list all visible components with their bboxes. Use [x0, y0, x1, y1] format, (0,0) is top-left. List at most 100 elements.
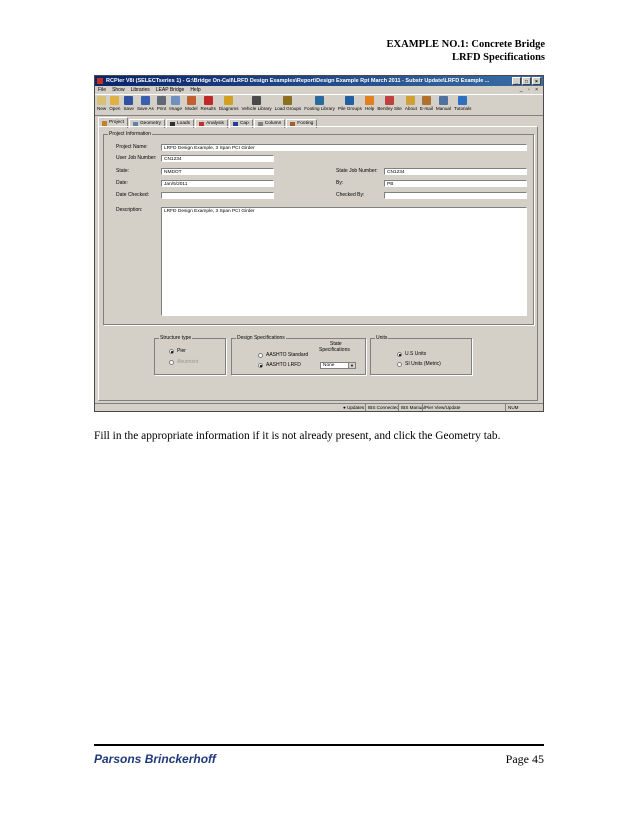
toolbar-button-footing-library[interactable]: Footing Library [304, 95, 335, 111]
toolbar-button-label: About [404, 106, 417, 111]
toolbar-button-tutorials[interactable]: Tutorials [454, 95, 471, 111]
toolbar-button-label: Vehicle Library [241, 106, 272, 111]
abutment-radio[interactable]: Abutment [169, 359, 198, 366]
mdi-controls[interactable]: _ ▫ × [520, 86, 540, 94]
window-titlebar: RCPier V8i (SELECTseries 1) - G:\Bridge … [95, 76, 543, 86]
toolbar-button-label: Results [200, 106, 216, 111]
aashto-standard-radio[interactable]: AASHTO Standard [258, 352, 308, 359]
project-information-group: Project Information Project Name: LRFD D… [103, 131, 534, 325]
toolbar-button-print[interactable]: Print [157, 95, 166, 111]
menu-libraries[interactable]: Libraries [131, 86, 150, 94]
chevron-down-icon[interactable]: ▼ [348, 363, 355, 368]
e-mail-icon [421, 96, 431, 105]
checked-by-field[interactable] [384, 192, 527, 199]
project-name-field[interactable]: LRFD Design Example, 3 Span PCI Girder [161, 144, 527, 151]
toolbar-button-label: Open [109, 106, 121, 111]
toolbar-button-load-groups[interactable]: Load Groups [275, 95, 301, 111]
toolbar-button-vehicle-library[interactable]: Vehicle Library [242, 95, 272, 111]
toolbar-button-label: Pile Groups [337, 106, 362, 111]
toolbar-button-label: Image [169, 106, 183, 111]
manual-icon [438, 96, 448, 105]
results-icon [203, 96, 213, 105]
diagrams-icon [224, 96, 234, 105]
close-button[interactable]: × [532, 77, 541, 85]
toolbar-button-help[interactable]: Help [365, 95, 374, 111]
pile-groups-icon [345, 96, 355, 105]
toolbar-button-pile-groups[interactable]: Pile Groups [338, 95, 362, 111]
date-field[interactable]: Jan/5/2011 [161, 180, 274, 187]
menu-help[interactable]: Help [190, 86, 200, 94]
menu-file[interactable]: File [98, 86, 106, 94]
structure-type-group: Structure type Pier Abutment [154, 335, 226, 375]
toolbar-button-bentley-site[interactable]: Bentley Site [377, 95, 402, 111]
by-field[interactable]: PB [384, 180, 527, 187]
app-screenshot: RCPier V8i (SELECTseries 1) - G:\Bridge … [94, 75, 544, 412]
menu-show[interactable]: Show [112, 86, 125, 94]
toolbar-button-label: Save As [136, 106, 154, 111]
menu-leap-bridge[interactable]: LEAP Bridge [156, 86, 185, 94]
app-icon [97, 78, 103, 84]
units-group: Units U.S Units SI Units (Metric) [370, 335, 472, 375]
minimize-button[interactable]: _ [512, 77, 521, 85]
load-groups-icon [283, 96, 293, 105]
toolbar-button-results[interactable]: Results [201, 95, 216, 111]
us-units-radio[interactable]: U.S Units [397, 351, 426, 358]
toolbar-button-save-as[interactable]: Save As [137, 95, 154, 111]
toolbar-button-e-mail[interactable]: E-mail [420, 95, 433, 111]
toolbar-button-new[interactable]: New [97, 95, 106, 111]
toolbar-button-label: Print [156, 106, 167, 111]
date-checked-field[interactable] [161, 192, 274, 199]
units-label: Units [375, 335, 389, 342]
maximize-button[interactable]: □ [522, 77, 531, 85]
project-information-label: Project Information [108, 131, 152, 138]
footer-company: Parsons Brinckerhoff [94, 752, 216, 766]
date-label: Date: [116, 180, 128, 186]
header-line-1: EXAMPLE NO.1: Concrete Bridge [386, 39, 545, 50]
status-updates-text: Updates [347, 405, 365, 410]
status-updates[interactable]: ● Updates [341, 404, 366, 411]
user-job-number-field[interactable]: CN1234 [161, 155, 274, 162]
toolbar-button-label: Save [123, 106, 134, 111]
aashto-lrfd-radio[interactable]: AASHTO LRFD [258, 362, 301, 369]
header-line-2: LRFD Specifications [451, 52, 545, 63]
structure-type-label: Structure type [159, 335, 193, 342]
description-textarea[interactable]: LRFD Design Example, 3 Span PCI Girder [161, 207, 527, 316]
state-label: State: [116, 168, 130, 174]
state-job-number-label: State Job Number: [336, 168, 378, 174]
state-specifications-label-line2: Specifications [319, 347, 350, 353]
toolbar-button-open[interactable]: Open [109, 95, 120, 111]
project-name-label: Project Name: [116, 144, 148, 150]
by-label: By: [336, 180, 344, 186]
us-units-radio-dot [397, 352, 402, 357]
toolbar-button-image[interactable]: Image [169, 95, 182, 111]
si-units-radio-dot [397, 362, 402, 367]
aashto-standard-label: AASHTO Standard [266, 352, 309, 358]
state-field[interactable]: NMDOT [161, 168, 274, 175]
vehicle-library-icon [252, 96, 262, 105]
status-ibs-connected: IBS Connected [365, 404, 401, 411]
bentley-site-icon [385, 96, 395, 105]
toolbar-button-label: E-mail [419, 106, 433, 111]
abutment-radio-dot [169, 360, 174, 365]
status-bar: ● Updates IBS Connected IBS Manual Pier … [95, 403, 543, 411]
menu-bar: File Show Libraries LEAP Bridge Help _ ▫… [95, 86, 543, 94]
toolbar-button-save[interactable]: Save [123, 95, 134, 111]
design-specifications-group: Design Specifications AASHTO Standard AA… [231, 335, 366, 375]
status-mode: Pier View/Update [422, 404, 462, 411]
toolbar-button-diagrams[interactable]: Diagrams [219, 95, 239, 111]
footer-page-number: Page 45 [505, 752, 544, 766]
si-units-label: SI Units (Metric) [405, 361, 441, 367]
us-units-label: U.S Units [405, 351, 427, 357]
si-units-radio[interactable]: SI Units (Metric) [397, 361, 441, 368]
toolbar-button-model[interactable]: Model [185, 95, 198, 111]
state-specifications-select[interactable]: None ▼ [320, 362, 356, 369]
footer-rule [94, 744, 544, 746]
project-tab-icon [102, 120, 107, 126]
state-job-number-field[interactable]: CN1234 [384, 168, 527, 175]
open-icon [110, 96, 120, 105]
toolbar-button-label: Footing Library [304, 106, 335, 111]
project-tab-panel: Project Information Project Name: LRFD D… [98, 126, 538, 401]
toolbar-button-manual[interactable]: Manual [436, 95, 451, 111]
pier-radio[interactable]: Pier [169, 348, 186, 355]
toolbar-button-about[interactable]: About [405, 95, 417, 111]
